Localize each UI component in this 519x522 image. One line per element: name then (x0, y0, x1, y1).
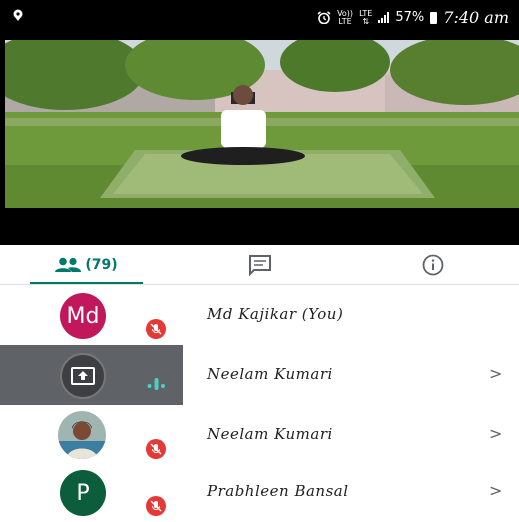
avatar-area (0, 405, 183, 465)
lte-indicator: LTE ⇅ (359, 9, 372, 26)
participant-name: Md Kajikar (You) (207, 305, 344, 323)
participant-name: Neelam Kumari (207, 425, 333, 443)
signal-icon (378, 12, 390, 23)
participant-name: Prabhleen Bansal (207, 482, 349, 500)
mic-muted-icon (146, 319, 166, 339)
status-indicators: Vo)) LTE LTE ⇅ 57% 7:40 am (317, 8, 509, 27)
volte-bottom: LTE (338, 16, 352, 26)
info-icon (422, 254, 443, 276)
participant-name: Neelam Kumari (207, 365, 333, 383)
avatar-photo (58, 411, 106, 459)
avatar: Md (60, 293, 106, 339)
chevron-right-icon[interactable]: > (489, 424, 502, 443)
avatar-area: Md (0, 285, 183, 345)
tab-chat[interactable] (173, 245, 346, 285)
chat-icon (248, 255, 271, 276)
people-count: (79) (85, 257, 118, 273)
mic-muted-icon (146, 496, 166, 516)
status-bar: Vo)) LTE LTE ⇅ 57% 7:40 am (0, 0, 519, 36)
speaking-indicator-icon (147, 378, 165, 390)
alarm-icon (317, 11, 331, 24)
volte-indicator: Vo)) LTE (337, 9, 353, 26)
video-feed[interactable] (0, 36, 519, 245)
data-arrows-icon: ⇅ (362, 16, 370, 26)
avatar-area (0, 345, 183, 405)
participant-row[interactable]: Md Md Kajikar (You) (0, 285, 519, 345)
location-icon (13, 9, 23, 21)
avatar-area: P (0, 462, 183, 522)
chevron-right-icon[interactable]: > (489, 364, 502, 383)
clock: 7:40 am (443, 8, 509, 27)
chevron-right-icon[interactable]: > (489, 481, 502, 500)
participant-row[interactable]: P Prabhleen Bansal > (0, 462, 519, 522)
battery-percent: 57% (395, 10, 425, 25)
presentation-avatar (60, 353, 106, 399)
video-frame (5, 40, 519, 208)
avatar: P (60, 470, 106, 516)
people-icon (55, 257, 82, 272)
present-screen-icon (71, 367, 95, 385)
meeting-tabs: (79) (0, 245, 519, 285)
mic-muted-icon (146, 439, 166, 459)
participant-row[interactable]: Neelam Kumari > (0, 405, 519, 465)
participant-row[interactable]: Neelam Kumari > (0, 345, 519, 405)
battery-icon (430, 11, 438, 24)
tab-info[interactable] (346, 245, 519, 285)
tab-people[interactable]: (79) (0, 245, 173, 285)
